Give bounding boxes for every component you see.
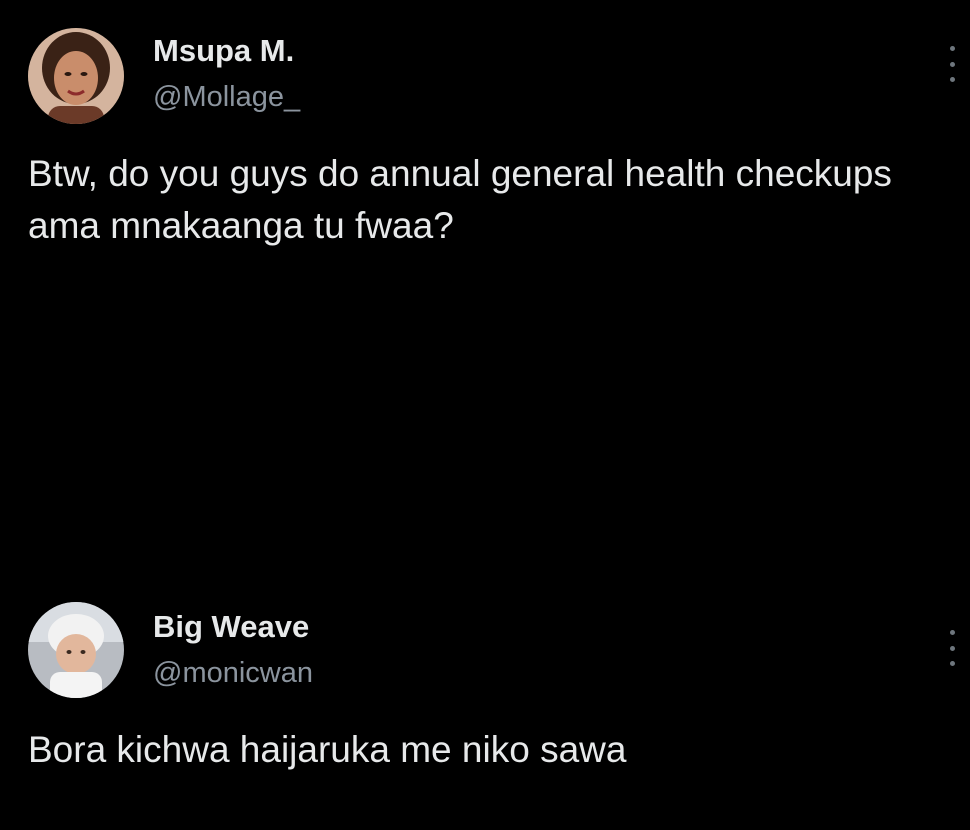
more-vertical-icon[interactable] xyxy=(948,630,956,666)
tweet-text: Btw, do you guys do annual general healt… xyxy=(28,153,892,246)
tweet-text: Bora kichwa haijaruka me niko sawa xyxy=(28,729,627,770)
avatar[interactable] xyxy=(28,28,124,124)
handle[interactable]: @monicwan xyxy=(153,654,313,692)
profile-photo-woman-icon xyxy=(28,28,124,124)
profile-photo-baby-icon xyxy=(28,602,124,698)
display-name[interactable]: Msupa M. xyxy=(153,32,300,70)
tweet[interactable]: Big Weave @monicwan Bora kichwa haijaruk… xyxy=(0,590,970,830)
display-name[interactable]: Big Weave xyxy=(153,608,313,646)
avatar[interactable] xyxy=(28,602,124,698)
handle[interactable]: @Mollage_ xyxy=(153,78,300,116)
tweet[interactable]: Msupa M. @Mollage_ Btw, do you guys do a… xyxy=(0,0,970,560)
more-vertical-icon[interactable] xyxy=(948,46,956,82)
